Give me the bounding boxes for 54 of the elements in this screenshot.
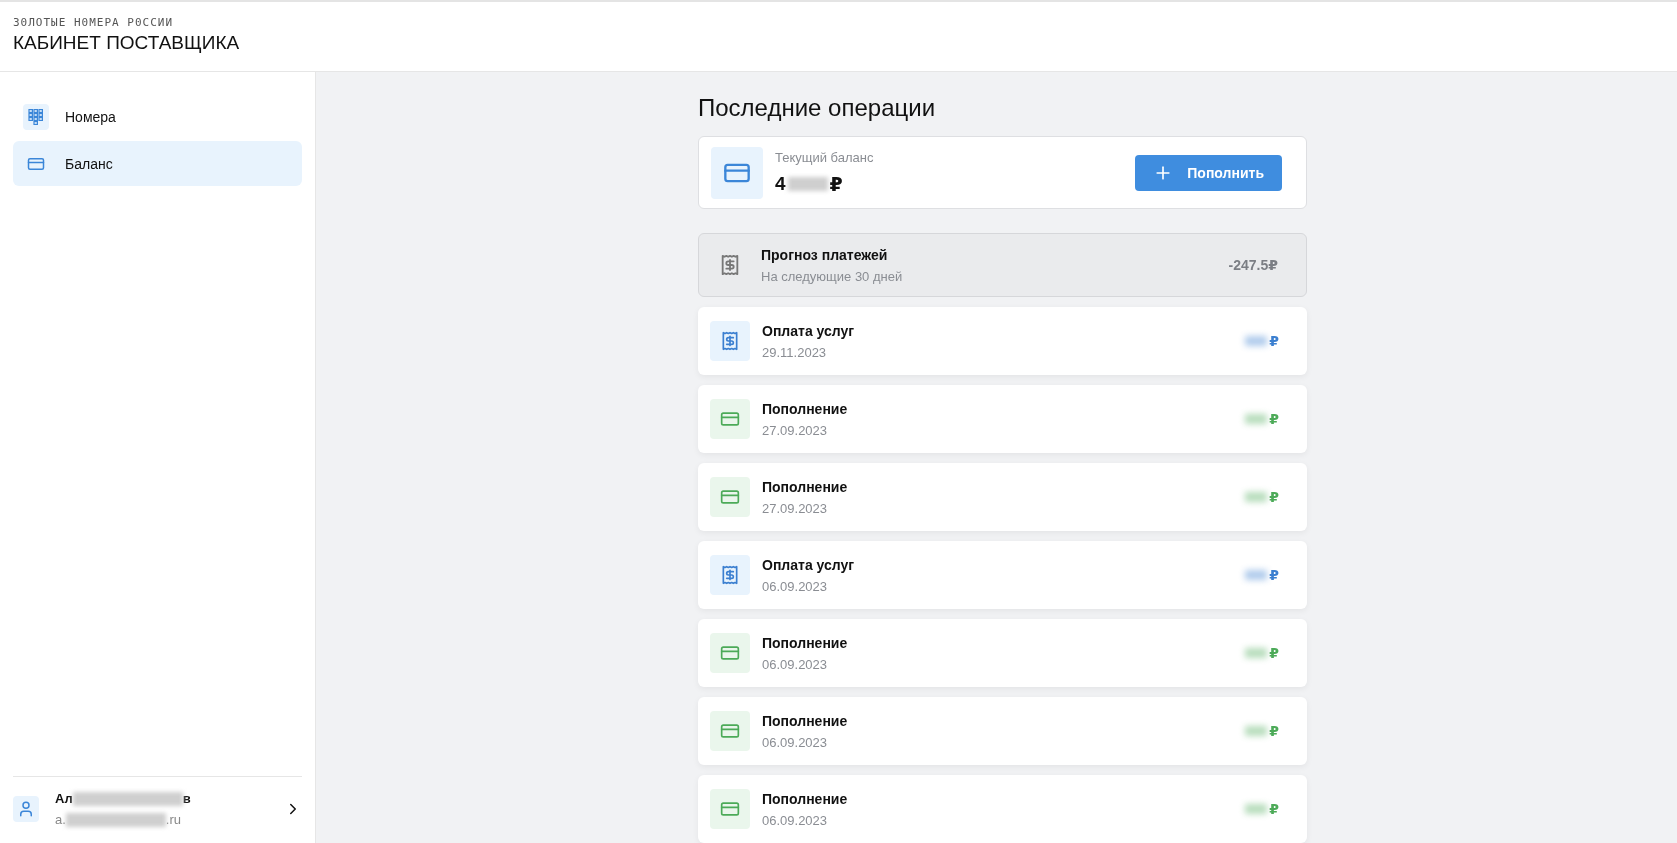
card-icon: [720, 487, 740, 507]
receipt-icon: [719, 254, 741, 277]
operation-title: Пополнение: [762, 400, 849, 417]
receipt-icon: [720, 331, 740, 351]
card-icon: [720, 409, 740, 429]
operation-date: 27.09.2023: [762, 422, 829, 438]
card-icon: [720, 721, 740, 741]
operation-title: Пополнение: [762, 712, 849, 729]
card-icon: [720, 643, 740, 663]
operation-title: Оплата услуг: [762, 556, 856, 573]
currency-sign: ₽: [1269, 411, 1279, 427]
operation-title: Оплата услуг: [762, 322, 856, 339]
currency-sign: ₽: [1269, 489, 1279, 505]
sidebar-item[interactable]: Номера: [13, 94, 302, 139]
user-name: Ал: [55, 791, 73, 806]
redaction-blur: [1245, 414, 1268, 424]
app-title: КАБИНЕТ ПОСТАВЩИКА: [13, 32, 241, 54]
forecast-amount: -247.5₽: [1228, 257, 1278, 274]
redaction-blur: [1245, 804, 1268, 814]
redaction-blur: [1245, 570, 1268, 580]
currency-sign: ₽: [1269, 645, 1279, 661]
currency-sign: ₽: [1269, 723, 1279, 739]
operation-title: Пополнение: [762, 478, 849, 495]
redaction-blur: [1245, 648, 1268, 658]
operation-date: 06.09.2023: [762, 578, 829, 594]
currency-sign: ₽: [1269, 801, 1279, 817]
redaction-blur: [787, 177, 828, 192]
user-name: в: [182, 791, 191, 806]
operation-date: 06.09.2023: [762, 812, 829, 828]
user-email: .ru: [165, 812, 181, 827]
receipt-icon: [720, 565, 740, 585]
user-profile[interactable]: Ал в a. .ru: [13, 776, 302, 843]
card-icon: [720, 799, 740, 819]
redaction-blur: [1245, 492, 1268, 502]
currency-sign: ₽: [1269, 567, 1279, 583]
forecast-title: Прогноз платежей: [761, 246, 889, 263]
currency-sign: ₽: [829, 172, 843, 196]
user-email: a.: [55, 812, 66, 827]
redaction-blur: [1245, 726, 1268, 736]
balance-amount: 4: [775, 173, 786, 196]
operation-date: 06.09.2023: [762, 734, 829, 750]
redaction-blur: [1245, 336, 1268, 346]
keypad-icon: [28, 108, 44, 125]
sidebar-item[interactable]: Баланс: [13, 141, 302, 186]
operation-date: 29.11.2023: [762, 344, 828, 360]
currency-sign: ₽: [1269, 333, 1279, 349]
brand-logo: З0ЛОТЫЕ Н0МЕРА Р0ССИИ: [13, 16, 175, 29]
operation-date: 06.09.2023: [762, 656, 829, 672]
operation-title: Пополнение: [762, 790, 849, 807]
operation-date: 27.09.2023: [762, 500, 829, 516]
forecast-period: На следующие 30 дней: [761, 268, 904, 284]
operation-title: Пополнение: [762, 634, 849, 651]
page-title: Последние операции: [698, 94, 937, 122]
balance-label: Текущий баланс: [775, 149, 875, 165]
